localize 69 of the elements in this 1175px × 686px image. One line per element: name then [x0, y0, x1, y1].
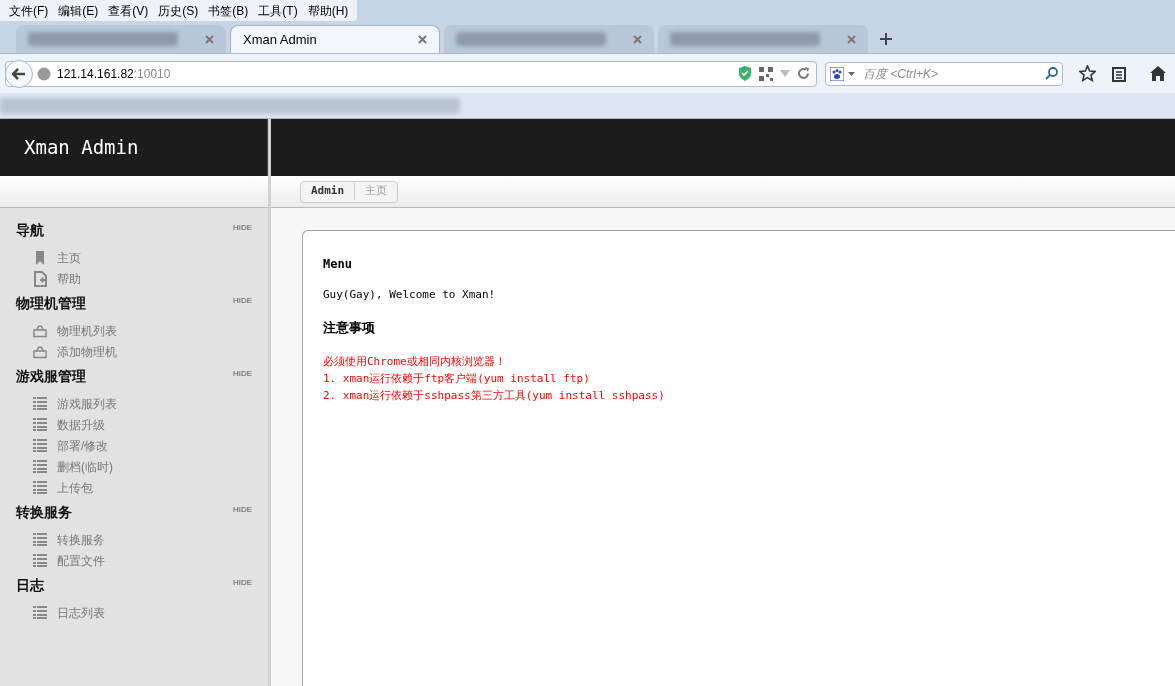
- menu-item[interactable]: 文件(F): [4, 1, 54, 20]
- list-icon: [33, 606, 47, 619]
- breadcrumb-item: 主页: [364, 183, 389, 200]
- section-title: 导航: [16, 221, 44, 240]
- list-icon: [33, 481, 47, 494]
- sidebar-item[interactable]: 删档(临时): [33, 458, 268, 475]
- sidebar-item[interactable]: 主页: [33, 249, 268, 266]
- section-title: 物理机管理: [16, 294, 86, 313]
- sidebar-item[interactable]: 物理机列表: [33, 322, 268, 339]
- app-title: Xman Admin: [24, 135, 139, 161]
- menu-item[interactable]: 书签(B): [203, 1, 254, 20]
- section-title: 游戏服管理: [16, 367, 86, 386]
- sidebar-item[interactable]: 帮助: [33, 270, 268, 287]
- reload-icon[interactable]: [797, 67, 810, 80]
- new-tab-icon[interactable]: [880, 33, 892, 45]
- note-line: 必须使用Chrome或相同内核浏览器！: [323, 354, 507, 370]
- bookmark-icon: [35, 250, 45, 265]
- list-icon: [33, 533, 47, 546]
- document-plus-icon: [33, 270, 47, 287]
- hide-link[interactable]: HIDE: [232, 222, 252, 241]
- search-icon[interactable]: [1045, 67, 1058, 80]
- paw-icon: [830, 66, 844, 81]
- menu-item[interactable]: 查看(V): [103, 1, 154, 20]
- note-line: 1. xman运行依赖于ftp客户端(yum install ftp): [323, 371, 591, 387]
- sidebar-item[interactable]: 配置文件: [33, 552, 268, 569]
- hide-link[interactable]: HIDE: [232, 504, 252, 523]
- back-button[interactable]: [5, 59, 33, 88]
- star-icon[interactable]: [1079, 65, 1096, 82]
- breadcrumb-item[interactable]: Admin: [301, 183, 356, 200]
- notes-heading: 注意事项: [323, 318, 376, 337]
- sidebar-item[interactable]: 转换服务: [33, 531, 268, 548]
- box-icon: [33, 344, 47, 359]
- list-icon: [33, 460, 47, 473]
- section-title: 日志: [16, 576, 44, 595]
- sidebar-item[interactable]: 数据升级: [33, 416, 268, 433]
- home-icon[interactable]: [1150, 66, 1166, 81]
- close-icon[interactable]: [418, 35, 427, 44]
- menu-item[interactable]: 历史(S): [153, 1, 204, 20]
- menu-item[interactable]: 工具(T): [253, 1, 303, 20]
- note-line: 2. xman运行依赖于sshpass第三方工具(yum install sshpass): [323, 388, 666, 404]
- caret-icon: [848, 71, 855, 76]
- hide-link[interactable]: HIDE: [232, 368, 252, 387]
- sidebar-item[interactable]: 上传包: [33, 479, 268, 496]
- hide-link[interactable]: HIDE: [232, 295, 252, 314]
- hide-link[interactable]: HIDE: [232, 577, 252, 596]
- close-icon[interactable]: [633, 34, 642, 44]
- search-field[interactable]: 百度 <Ctrl+K>: [825, 61, 1063, 86]
- sidebar-item[interactable]: 添加物理机: [33, 343, 268, 360]
- clipboard-icon[interactable]: [1112, 65, 1126, 82]
- close-icon[interactable]: [847, 34, 856, 44]
- qr-code-icon[interactable]: [759, 66, 773, 81]
- browser-tab[interactable]: Xman Admin: [230, 25, 440, 53]
- shield-icon: [738, 66, 752, 81]
- list-icon: [33, 439, 47, 452]
- back-arrow-icon: [12, 67, 26, 80]
- welcome-text: Guy(Gay), Welcome to Xman!: [323, 287, 497, 303]
- list-icon: [33, 418, 47, 431]
- list-icon: [33, 397, 47, 410]
- list-icon: [33, 554, 47, 567]
- globe-icon: [37, 66, 51, 81]
- card-heading: Menu: [323, 256, 353, 273]
- sidebar-item[interactable]: 部署/修改: [33, 437, 268, 454]
- box-icon: [33, 323, 47, 338]
- sidebar-item[interactable]: 日志列表: [33, 604, 268, 621]
- menu-item[interactable]: 编辑(E): [53, 1, 104, 20]
- close-icon[interactable]: [205, 34, 214, 44]
- menu-item[interactable]: 帮助(H): [302, 1, 354, 20]
- sidebar-item[interactable]: 游戏服列表: [33, 395, 268, 412]
- section-title: 转换服务: [16, 503, 72, 522]
